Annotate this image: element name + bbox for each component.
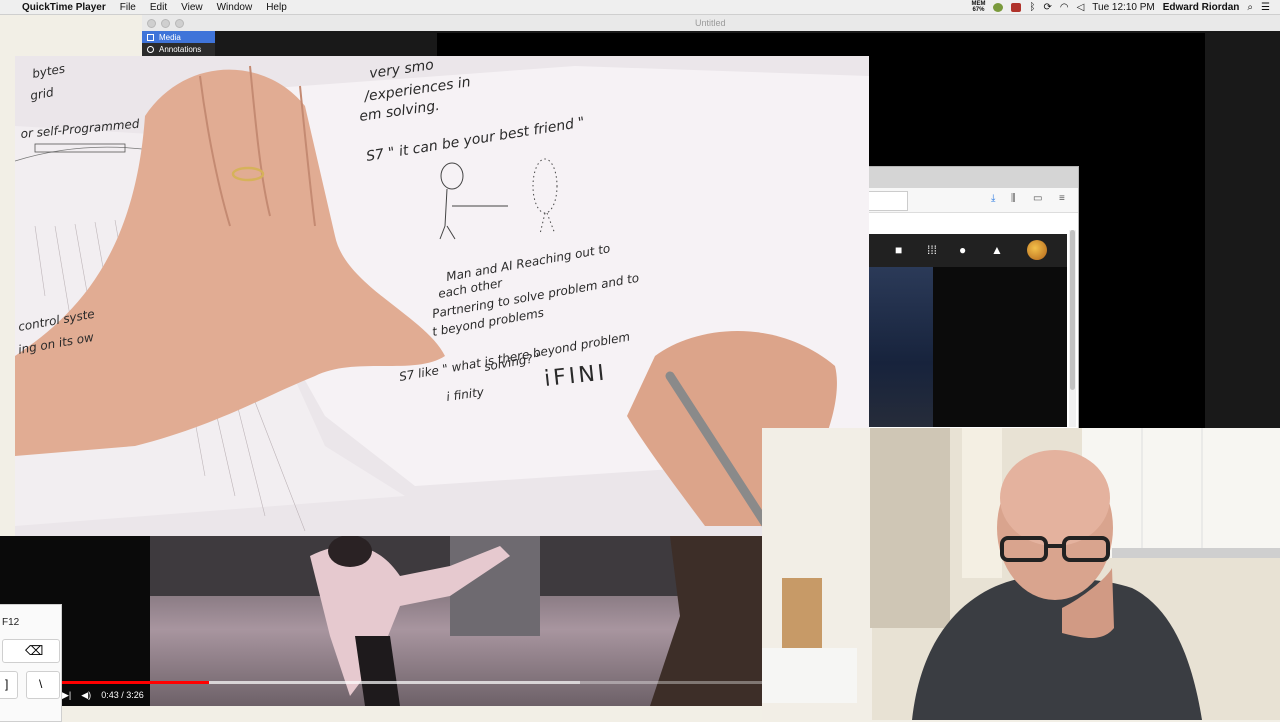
progress-bar[interactable] bbox=[62, 681, 762, 684]
quicktime-titlebar: Untitled bbox=[142, 15, 1280, 32]
sidebar: Media Annotations bbox=[142, 31, 215, 56]
bluetooth-icon[interactable]: ᛒ bbox=[1029, 2, 1035, 13]
key-f12[interactable]: F12 bbox=[2, 617, 19, 628]
volume-icon[interactable]: ◁ bbox=[1077, 2, 1085, 13]
library-icon[interactable]: ⫼ bbox=[1011, 193, 1016, 204]
window-controls bbox=[147, 19, 184, 28]
media-icon bbox=[147, 33, 154, 41]
avatar[interactable] bbox=[1027, 240, 1047, 260]
youtube-content bbox=[869, 267, 1067, 427]
sync-icon[interactable]: ⟳ bbox=[1043, 2, 1051, 13]
youtube-header: ■ ⁞⁞⁞ ● ▲ bbox=[869, 234, 1067, 267]
url-bar[interactable] bbox=[869, 191, 908, 211]
onscreen-keyboard: F12 ⌫ ] \ bbox=[0, 604, 62, 722]
window-title: Untitled bbox=[695, 18, 726, 28]
menu-view[interactable]: View bbox=[181, 2, 203, 13]
key-label: ] bbox=[5, 677, 9, 691]
key-label: \ bbox=[39, 677, 43, 691]
note-text: bytes bbox=[31, 61, 66, 81]
note-text: grid bbox=[29, 85, 55, 103]
hamburger-menu-icon[interactable]: ≡ bbox=[1059, 193, 1065, 204]
zoom-button[interactable] bbox=[175, 19, 184, 28]
sidebar-toggle-icon[interactable]: ▭ bbox=[1033, 193, 1042, 204]
key-backslash[interactable]: \ bbox=[26, 671, 60, 699]
sidebar-item-label: Media bbox=[159, 32, 181, 42]
scrollbar[interactable] bbox=[1069, 230, 1076, 427]
record-icon[interactable] bbox=[1011, 2, 1022, 12]
scrollbar-thumb[interactable] bbox=[1070, 230, 1075, 390]
app-menu[interactable]: QuickTime Player bbox=[22, 2, 106, 13]
menu-help[interactable]: Help bbox=[266, 2, 287, 13]
menu-file[interactable]: File bbox=[120, 2, 136, 13]
browser-toolbar: ⤓ ⫼ ▭ ≡ bbox=[869, 188, 1078, 213]
video-thumbnail[interactable] bbox=[869, 267, 933, 427]
wifi-icon[interactable]: ◠ bbox=[1060, 2, 1069, 13]
menu-edit[interactable]: Edit bbox=[150, 2, 167, 13]
delete-icon: ⌫ bbox=[25, 643, 44, 658]
webcam-overlay bbox=[762, 428, 1280, 720]
bell-icon[interactable]: ▲ bbox=[991, 243, 1003, 257]
browser-window: ⤓ ⫼ ▭ ≡ ■ ⁞⁞⁞ ● ▲ bbox=[868, 166, 1079, 430]
sidebar-item-annotations[interactable]: Annotations bbox=[142, 43, 215, 55]
status-app-icon[interactable] bbox=[993, 2, 1004, 12]
minimize-button[interactable] bbox=[161, 19, 170, 28]
key-bracket[interactable]: ] bbox=[0, 671, 18, 699]
create-video-icon[interactable]: ■ bbox=[895, 243, 902, 257]
notification-center-icon[interactable]: ☰ bbox=[1261, 2, 1270, 13]
download-icon[interactable]: ⤓ bbox=[991, 193, 995, 204]
menu-bar: QuickTime Player File Edit View Window H… bbox=[0, 0, 1280, 15]
progress-fill bbox=[62, 681, 209, 684]
webcam-frame bbox=[762, 428, 1280, 720]
memory-status[interactable]: MEM 67% bbox=[971, 1, 985, 13]
eye-icon bbox=[147, 45, 154, 53]
buffer-bar bbox=[209, 681, 580, 684]
youtube-player[interactable]: ▶| ◀) 0:43 / 3:26 bbox=[0, 536, 762, 706]
sidebar-item-label: Annotations bbox=[159, 44, 202, 54]
messages-icon[interactable]: ● bbox=[959, 243, 966, 257]
sketch-video-frame: very smo /experiences in em solving. S7 … bbox=[15, 56, 869, 536]
time-display: 0:43 / 3:26 bbox=[101, 690, 144, 700]
next-icon[interactable]: ▶| bbox=[62, 690, 71, 701]
volume-icon[interactable]: ◀) bbox=[81, 690, 91, 701]
user-name[interactable]: Edward Riordan bbox=[1163, 2, 1240, 13]
spotlight-icon[interactable]: ⌕ bbox=[1247, 2, 1253, 13]
clock[interactable]: Tue 12:10 PM bbox=[1092, 2, 1154, 13]
close-button[interactable] bbox=[147, 19, 156, 28]
delete-key[interactable]: ⌫ bbox=[2, 639, 60, 663]
browser-tabstrip bbox=[869, 167, 1078, 188]
player-controls: ▶| ◀) 0:43 / 3:26 bbox=[62, 688, 144, 702]
apps-grid-icon[interactable]: ⁞⁞⁞ bbox=[927, 243, 937, 257]
sidebar-item-media[interactable]: Media bbox=[142, 31, 215, 43]
sketch-drawing: very smo /experiences in em solving. S7 … bbox=[15, 57, 869, 532]
menu-window[interactable]: Window bbox=[217, 2, 253, 13]
